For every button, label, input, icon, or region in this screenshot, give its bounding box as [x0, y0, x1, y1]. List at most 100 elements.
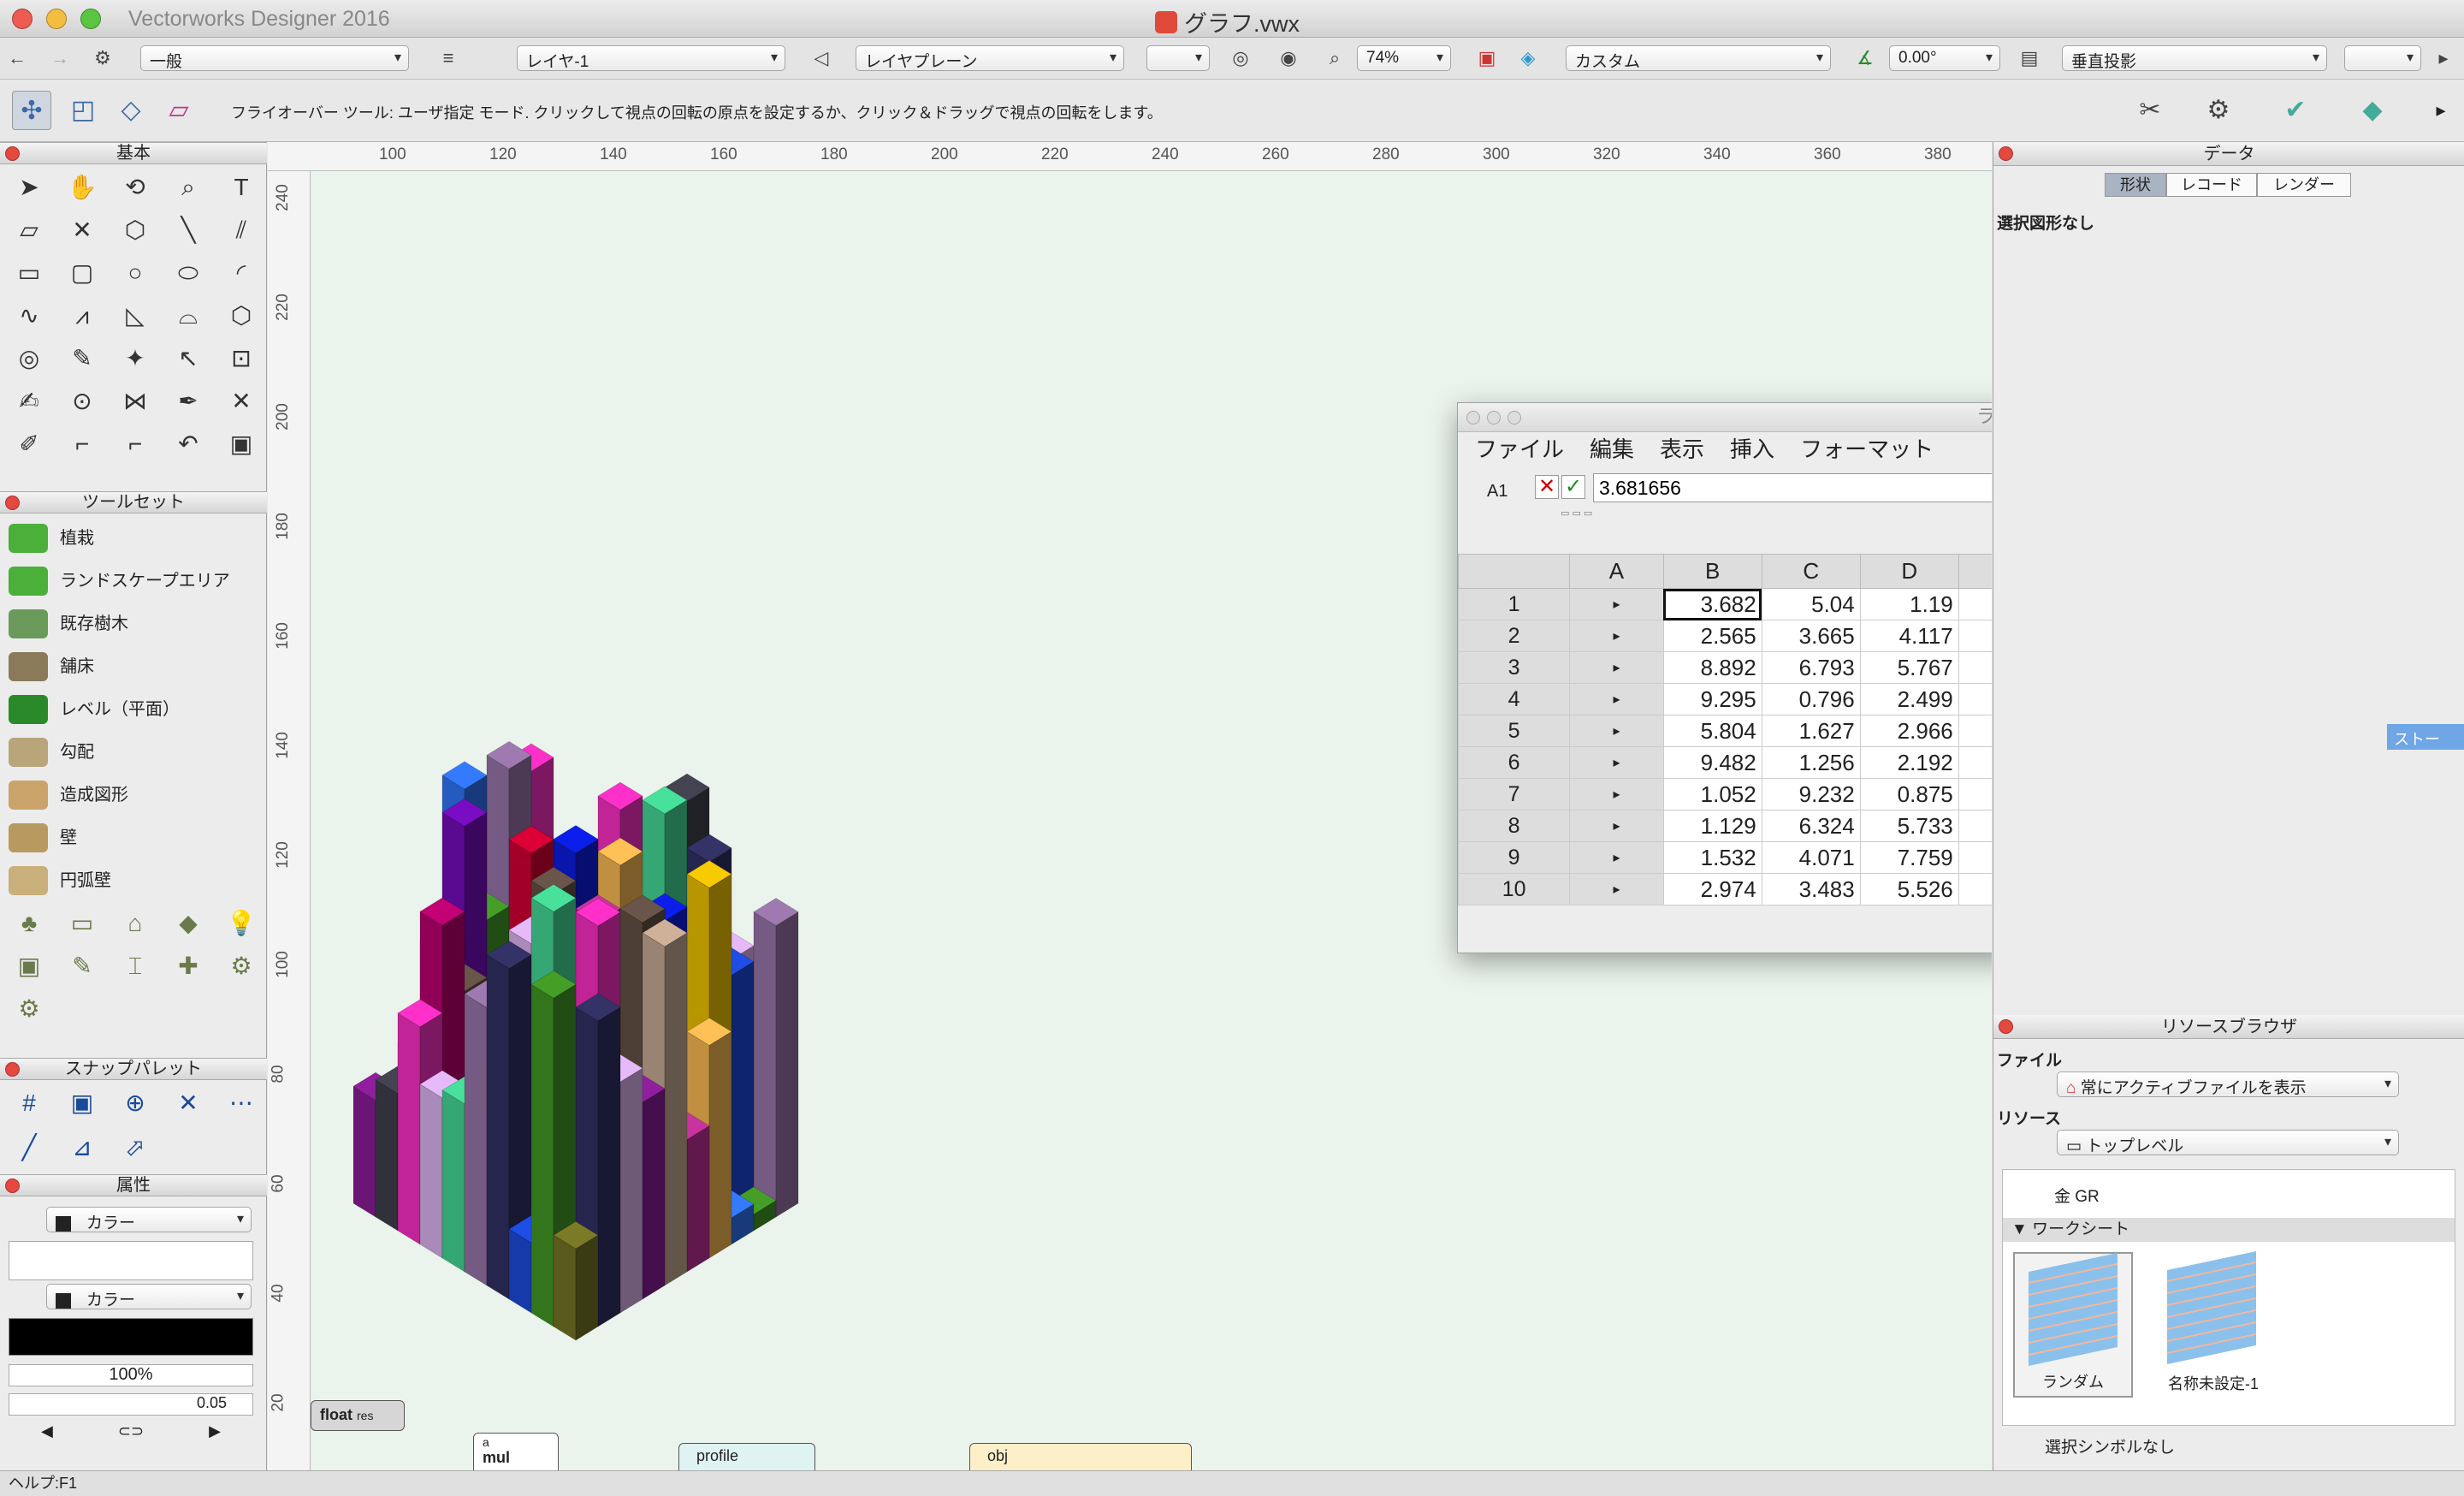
snap-option-icon[interactable]: ╱ — [5, 1128, 53, 1167]
resource-thumb-untitled[interactable]: 名称未設定-1 — [2153, 1250, 2273, 1398]
worksheet-menu-item[interactable]: フォーマット — [1800, 432, 1934, 466]
toolset-category-icon[interactable]: ⌶ — [111, 947, 159, 986]
pen-style-popup[interactable]: カラー — [46, 1284, 252, 1309]
table-cell[interactable]: 5.733 — [1859, 810, 1959, 842]
table-cell[interactable]: 9.295 — [1662, 683, 1762, 715]
table-cell[interactable]: 6.324 — [1761, 810, 1861, 842]
clipped-tab[interactable]: ストー — [2387, 724, 2464, 750]
table-cell[interactable]: 2.974 — [1662, 873, 1762, 905]
table-cell[interactable]: 0.875 — [1859, 778, 1959, 810]
table-cell[interactable]: 1.19 — [1859, 588, 1959, 620]
basic-tool-icon[interactable]: ⌐ — [111, 424, 159, 464]
table-cell[interactable]: 1.196 — [1958, 810, 1992, 842]
basic-tool-icon[interactable]: ✕ — [217, 382, 265, 421]
toolset-category-icon[interactable]: ⚙ — [5, 989, 53, 1029]
back-arrow-icon[interactable]: ← — [3, 45, 31, 71]
arrow-right-icon[interactable]: ▶ — [209, 1422, 221, 1445]
basic-tool-icon[interactable]: ▭ — [5, 253, 53, 293]
arrow-left-icon[interactable]: ◀ — [41, 1422, 53, 1445]
cancel-x-icon[interactable]: ✕ — [1535, 475, 1559, 499]
table-cell[interactable]: 1.532 — [1662, 841, 1762, 874]
zoom-window-button[interactable] — [80, 9, 101, 29]
file-popup[interactable]: ⌂ 常にアクティブファイルを表示 — [2057, 1072, 2399, 1097]
table-cell[interactable]: 5.04 — [1761, 588, 1861, 620]
worksheet-menu-item[interactable]: 表示 — [1660, 432, 1704, 466]
basic-tool-icon[interactable]: ⌐ — [58, 424, 106, 464]
snap-tool-icon[interactable]: ✂ — [2130, 91, 2170, 130]
table-cell[interactable]: 9.232 — [1761, 778, 1861, 810]
tab-render[interactable]: レンダー — [2257, 173, 2351, 197]
profile-node[interactable]: profile — [678, 1443, 815, 1470]
table-cell[interactable]: 9.482 — [1662, 746, 1762, 779]
toolset-category-icon[interactable]: ⚙ — [217, 947, 265, 986]
table-cell[interactable]: 7.34 — [1958, 683, 1992, 715]
basic-tool-icon[interactable]: ✎ — [58, 339, 106, 378]
basic-tool-icon[interactable]: ◜ — [217, 253, 265, 293]
row-header[interactable]: 5 — [1457, 715, 1571, 747]
mul-node[interactable]: mul a — [473, 1433, 559, 1470]
table-cell[interactable]: 3.682 — [1662, 588, 1762, 620]
layer-popup[interactable]: レイヤ-1 — [517, 45, 785, 71]
row-header[interactable]: 2 — [1457, 620, 1571, 652]
row-expand-icon[interactable]: ▸ — [1569, 841, 1664, 874]
basic-tool-icon[interactable]: ∿ — [5, 296, 53, 335]
close-icon[interactable] — [1999, 146, 2013, 161]
zoom-icon[interactable]: ⌕ — [1321, 45, 1348, 71]
worksheet-close-button[interactable] — [1466, 411, 1480, 424]
table-cell[interactable]: 3.665 — [1761, 620, 1861, 652]
row-expand-icon[interactable]: ▸ — [1569, 810, 1664, 842]
basic-tool-icon[interactable]: ⬡ — [217, 296, 265, 335]
column-header[interactable]: A — [1569, 554, 1664, 589]
basic-tool-icon[interactable]: ✦ — [111, 339, 159, 378]
toolset-item[interactable]: 壁 — [0, 816, 267, 859]
basic-tool-icon[interactable]: ↶ — [164, 424, 212, 464]
table-cell[interactable]: 7.759 — [1859, 841, 1959, 874]
basic-tool-icon[interactable]: ⟲ — [111, 168, 159, 207]
resource-thumb-random[interactable]: ランダム — [2013, 1252, 2133, 1398]
row-header[interactable]: 6 — [1457, 746, 1571, 779]
row-header[interactable]: 3 — [1457, 651, 1571, 684]
toolset-item[interactable]: 既存樹木 — [0, 603, 267, 645]
table-cell[interactable]: 4.117 — [1859, 620, 1959, 652]
toolset-category-icon[interactable]: ⌂ — [111, 904, 159, 943]
row-header[interactable]: 4 — [1457, 683, 1571, 715]
table-cell[interactable]: 1.627 — [1761, 715, 1861, 747]
basic-tool-icon[interactable]: ➤ — [5, 168, 53, 207]
formula-input[interactable] — [1593, 473, 1992, 502]
basic-tool-icon[interactable]: ▢ — [58, 253, 106, 293]
toolset-item[interactable]: 植栽 — [0, 517, 267, 560]
flyover-mode-icon[interactable]: ✣ — [12, 91, 51, 130]
toolset-category-icon[interactable]: ▣ — [5, 947, 53, 986]
close-icon[interactable] — [5, 1178, 20, 1193]
toolset-category-icon[interactable]: ♣ — [5, 904, 53, 943]
layers-icon[interactable]: ≡ — [435, 45, 462, 71]
table-cell[interactable]: 2.499 — [1859, 683, 1959, 715]
table-cell[interactable]: 2.966 — [1859, 715, 1959, 747]
table-cell[interactable]: 8.892 — [1662, 651, 1762, 684]
tab-record[interactable]: レコード — [2166, 173, 2257, 197]
row-header[interactable]: 1 — [1457, 588, 1571, 620]
basic-tool-icon[interactable]: T — [217, 168, 265, 207]
class-popup[interactable]: 一般 — [140, 45, 409, 71]
plane-icon[interactable]: ◁ — [808, 45, 835, 71]
close-window-button[interactable] — [12, 9, 33, 29]
table-cell[interactable]: 2.192 — [1859, 746, 1959, 779]
close-icon[interactable] — [1999, 1019, 2013, 1034]
toolset-item[interactable]: ランドスケープエリア — [0, 560, 267, 603]
close-icon[interactable] — [5, 496, 20, 510]
flyover-view-icon[interactable]: ◉ — [1275, 45, 1302, 71]
render-plane-icon[interactable]: ◈ — [1514, 45, 1542, 71]
basic-tool-icon[interactable]: ▣ — [217, 424, 265, 464]
pen-preview[interactable] — [9, 1318, 253, 1356]
resource-list[interactable]: 金 GR ▼ ワークシート ランダム 名称未設定-1 — [2002, 1169, 2455, 1426]
obj-node[interactable]: obj — [969, 1443, 1192, 1470]
toolset-item[interactable]: 円弧壁 — [0, 859, 267, 902]
mode-plane-icon[interactable]: ◇ — [111, 91, 151, 130]
table-cell[interactable]: 2.126 — [1958, 841, 1992, 874]
overflow-arrow-icon[interactable]: ▸ — [2430, 45, 2457, 71]
worksheet-minimize-button[interactable] — [1487, 411, 1501, 424]
render-popup[interactable]: カスタム — [1566, 45, 1831, 71]
snap-option-icon[interactable]: ⋯ — [217, 1083, 265, 1123]
snap-option-icon[interactable]: ⊿ — [58, 1128, 106, 1167]
projection-icon[interactable]: ▤ — [2016, 45, 2043, 71]
